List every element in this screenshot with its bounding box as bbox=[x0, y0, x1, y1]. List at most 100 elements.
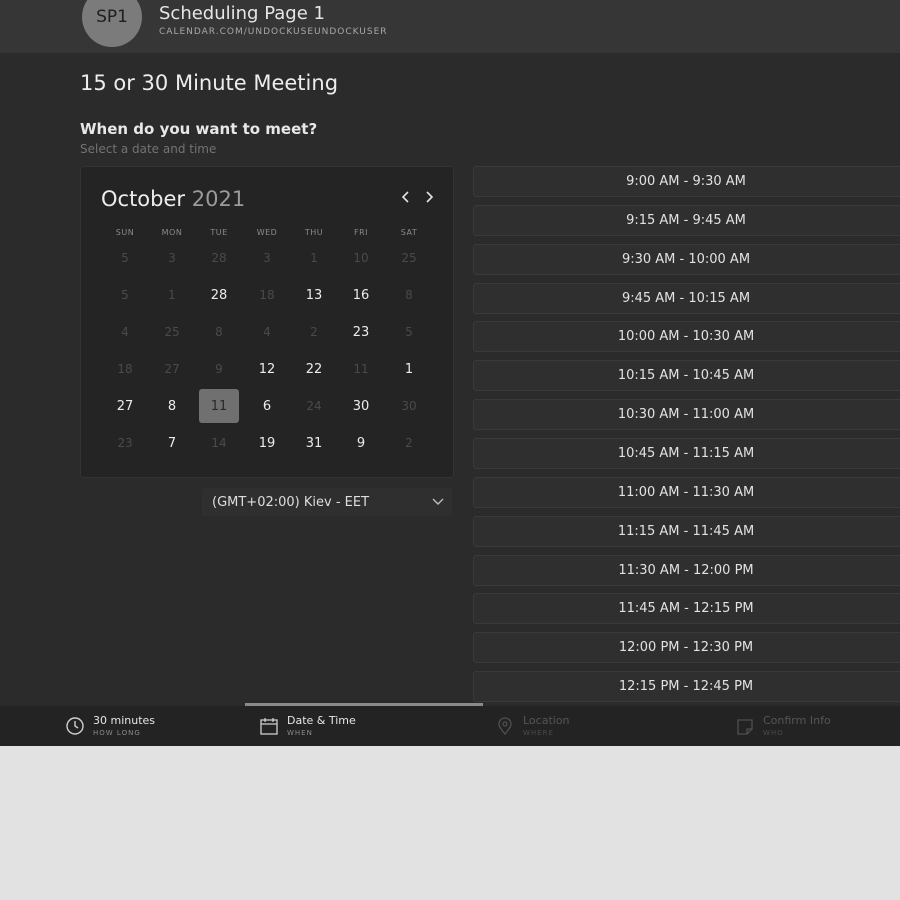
calendar-day[interactable]: 31 bbox=[294, 426, 334, 460]
calendar-day: 25 bbox=[401, 251, 417, 265]
month-year-heading: October 2021 bbox=[101, 187, 245, 211]
calendar-day: 25 bbox=[164, 325, 180, 339]
location-pin-icon bbox=[498, 717, 512, 736]
note-icon bbox=[737, 719, 753, 735]
time-slot-button[interactable]: 11:00 AM - 11:30 AM bbox=[473, 476, 900, 508]
calendar-day: 8 bbox=[405, 288, 413, 302]
calendar-day[interactable]: 12 bbox=[247, 352, 287, 386]
time-slot-label: 10:15 AM - 10:45 AM bbox=[617, 368, 755, 384]
time-slot-label: 11:15 AM - 11:45 AM bbox=[617, 523, 755, 539]
calendar-day: 28 bbox=[211, 251, 227, 265]
avatar: SP1 bbox=[82, 0, 142, 47]
time-slot-button[interactable]: 11:15 AM - 11:45 AM bbox=[473, 515, 900, 547]
calendar-day[interactable]: 16 bbox=[341, 278, 381, 312]
step-confirm-info-sub: WHO bbox=[763, 729, 784, 737]
time-slot-label: 10:30 AM - 11:00 AM bbox=[617, 407, 755, 423]
calendar-day: 23 bbox=[117, 436, 133, 450]
calendar-day[interactable]: 8 bbox=[152, 389, 192, 423]
time-slot-button[interactable]: 9:30 AM - 10:00 AM bbox=[473, 243, 900, 275]
meet-subtitle: Select a date and time bbox=[80, 142, 217, 156]
calendar-day: 18 bbox=[259, 288, 275, 302]
step-bar: 30 minutes HOW LONG Date & Time WHEN Loc… bbox=[0, 703, 900, 746]
time-slot-label: 12:00 PM - 12:30 PM bbox=[618, 640, 754, 656]
weekday-label: TUE bbox=[210, 228, 228, 237]
calendar-day: 27 bbox=[164, 362, 180, 376]
clock-icon bbox=[66, 717, 84, 735]
calendar-day[interactable]: 13 bbox=[294, 278, 334, 312]
chevron-left-icon bbox=[401, 191, 409, 203]
scheduling-app: SP1 Scheduling Page 1 CALENDAR.COM/UNDOC… bbox=[0, 0, 900, 746]
time-slot-button[interactable]: 10:15 AM - 10:45 AM bbox=[473, 360, 900, 392]
scheduling-page-name: Scheduling Page 1 bbox=[159, 3, 325, 24]
calendar-day: 3 bbox=[168, 251, 176, 265]
prev-month-button[interactable] bbox=[401, 189, 411, 207]
time-slot-button[interactable]: 10:45 AM - 11:15 AM bbox=[473, 437, 900, 469]
timezone-select[interactable]: (GMT+02:00) Kiev - EET bbox=[202, 488, 452, 516]
month-label: October bbox=[101, 187, 186, 211]
chevron-down-icon bbox=[432, 498, 444, 505]
step-date-time-sub: WHEN bbox=[287, 729, 313, 737]
time-slot-button[interactable]: 11:45 AM - 12:15 PM bbox=[473, 593, 900, 625]
calendar-day: 11 bbox=[353, 362, 369, 376]
step-location-label: Location bbox=[523, 714, 570, 727]
calendar-day[interactable]: 19 bbox=[247, 426, 287, 460]
time-slot-button[interactable]: 9:45 AM - 10:15 AM bbox=[473, 282, 900, 314]
calendar-day: 5 bbox=[121, 251, 129, 265]
date-picker: October 2021 SUN MON TUE WED THU FRI SAT 5 3 28 3 1… bbox=[80, 166, 454, 478]
time-slot-label: 9:15 AM - 9:45 AM bbox=[626, 212, 746, 228]
calendar-day: 1 bbox=[310, 251, 318, 265]
time-slot-button[interactable]: 9:00 AM - 9:30 AM bbox=[473, 166, 900, 197]
chevron-right-icon bbox=[426, 191, 434, 203]
calendar-day[interactable]: 28 bbox=[199, 278, 239, 312]
time-slot-label: 10:00 AM - 10:30 AM bbox=[617, 329, 755, 345]
calendar-day: 9 bbox=[215, 362, 223, 376]
time-slot-label: 11:45 AM - 12:15 PM bbox=[618, 601, 754, 617]
calendar-day: 1 bbox=[168, 288, 176, 302]
calendar-day: 24 bbox=[306, 399, 322, 413]
time-slot-label: 10:45 AM - 11:15 AM bbox=[617, 445, 755, 461]
step-duration-sub: HOW LONG bbox=[93, 729, 141, 737]
weekday-label: MON bbox=[161, 228, 183, 237]
calendar-day: 2 bbox=[405, 436, 413, 450]
scheduling-page-url[interactable]: CALENDAR.COM/UNDOCKUSEUNDOCKUSER bbox=[159, 27, 388, 37]
weekday-label: SUN bbox=[115, 228, 135, 237]
meet-question: When do you want to meet? bbox=[80, 120, 318, 138]
calendar-day-selected[interactable]: 11 bbox=[199, 389, 239, 423]
time-slot-label: 11:00 AM - 11:30 AM bbox=[617, 484, 755, 500]
weekday-label: SAT bbox=[400, 228, 418, 237]
active-step-indicator bbox=[245, 703, 483, 706]
calendar-day[interactable]: 23 bbox=[341, 315, 381, 349]
time-slot-label: 9:00 AM - 9:30 AM bbox=[626, 174, 746, 189]
step-duration-label: 30 minutes bbox=[93, 714, 156, 727]
calendar-day: 4 bbox=[263, 325, 271, 339]
year-label: 2021 bbox=[191, 187, 246, 211]
page-title: 15 or 30 Minute Meeting bbox=[80, 71, 339, 95]
time-slot-button[interactable]: 10:30 AM - 11:00 AM bbox=[473, 399, 900, 431]
calendar-day: 14 bbox=[211, 436, 227, 450]
calendar-day: 5 bbox=[405, 325, 413, 339]
time-slot-button[interactable]: 10:00 AM - 10:30 AM bbox=[473, 321, 900, 353]
calendar-day[interactable]: 9 bbox=[341, 426, 381, 460]
next-month-button[interactable] bbox=[424, 189, 434, 207]
calendar-day[interactable]: 7 bbox=[152, 426, 192, 460]
step-date-time-label: Date & Time bbox=[287, 714, 356, 727]
time-slot-button[interactable]: 12:00 PM - 12:30 PM bbox=[473, 632, 900, 664]
timezone-label: (GMT+02:00) Kiev - EET bbox=[212, 494, 370, 510]
calendar-day: 18 bbox=[117, 362, 133, 376]
calendar-day[interactable]: 6 bbox=[247, 389, 287, 423]
calendar-day: 10 bbox=[353, 251, 369, 265]
calendar-day[interactable]: 1 bbox=[389, 352, 429, 386]
time-slot-button[interactable]: 11:30 AM - 12:00 PM bbox=[473, 554, 900, 586]
time-slot-label: 9:30 AM - 10:00 AM bbox=[621, 251, 751, 267]
page-header: SP1 Scheduling Page 1 CALENDAR.COM/UNDOC… bbox=[0, 0, 900, 53]
calendar-day: 4 bbox=[121, 325, 129, 339]
time-slot-button[interactable]: 9:15 AM - 9:45 AM bbox=[473, 204, 900, 236]
weekday-label: THU bbox=[304, 228, 324, 237]
calendar-day[interactable]: 22 bbox=[294, 352, 334, 386]
weekday-label: FRI bbox=[353, 228, 369, 237]
calendar-day: 2 bbox=[310, 325, 318, 339]
calendar-day: 30 bbox=[401, 399, 417, 413]
time-slot-button[interactable]: 12:15 PM - 12:45 PM bbox=[473, 671, 900, 703]
calendar-day[interactable]: 27 bbox=[105, 389, 145, 423]
calendar-day[interactable]: 30 bbox=[341, 389, 381, 423]
